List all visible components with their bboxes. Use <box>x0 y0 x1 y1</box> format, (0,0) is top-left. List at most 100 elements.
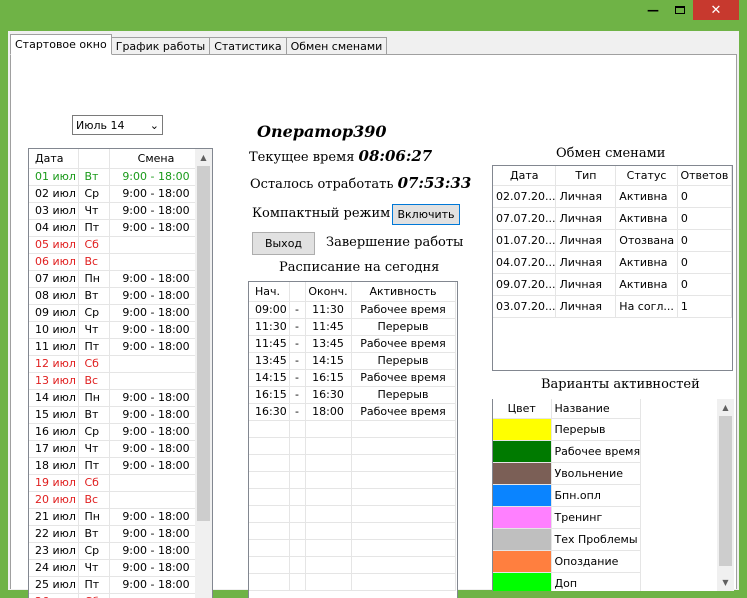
shift-table[interactable]: Дата Смена 01 июл Вт 9:00 - 18:00 02 июл Ср 9… <box>28 148 213 598</box>
shift-row[interactable]: 22 июл Вт 9:00 - 18:00 <box>29 525 204 543</box>
month-select[interactable]: Июль 14 ⌄ <box>72 115 163 135</box>
activity-name: Тех Проблемы <box>551 528 642 551</box>
shift-row[interactable]: 11 июл Пт 9:00 - 18:00 <box>29 338 204 356</box>
shift-row[interactable]: 18 июл Пт 9:00 - 18:00 <box>29 457 204 475</box>
activity-row[interactable]: Бпн.опл <box>493 484 642 507</box>
shift-row[interactable]: 26 июлСб <box>29 593 204 598</box>
scroll-down-icon[interactable]: ▼ <box>195 593 212 598</box>
shift-weekday: Чт <box>78 202 110 220</box>
shift-row[interactable]: 05 июл Сб <box>29 236 204 254</box>
shift-col-shift[interactable]: Смена <box>109 149 204 169</box>
shift-row[interactable]: 10 июл Чт 9:00 - 18:00 <box>29 321 204 339</box>
close-button[interactable]: ✕ <box>693 0 739 20</box>
shift-row[interactable]: 13 июл Вс <box>29 372 204 390</box>
shift-col-day[interactable] <box>78 149 110 169</box>
swap-type: Личная <box>555 295 617 318</box>
schedule-row[interactable]: 16:30-18:00 Рабочее время <box>249 403 456 421</box>
activity-row[interactable]: Доп <box>493 572 642 591</box>
schedule-end: 14:15 <box>305 352 352 370</box>
shift-row[interactable]: 16 июл Ср 9:00 - 18:00 <box>29 423 204 441</box>
swap-row[interactable]: 02.07.20... Личная Активна 0 <box>493 185 732 208</box>
act-col-color[interactable]: Цвет <box>493 399 552 419</box>
shift-row[interactable]: 09 июл Ср 9:00 - 18:00 <box>29 304 204 322</box>
schedule-empty-row <box>249 488 456 506</box>
scroll-up-icon[interactable]: ▲ <box>717 399 734 416</box>
tab-schedule[interactable]: График работы <box>110 37 211 55</box>
shift-hours: 9:00 - 18:00 <box>109 168 204 186</box>
shift-weekday: Пн <box>78 270 110 288</box>
shift-row[interactable]: 25 июл Пт 9:00 - 18:00 <box>29 576 204 594</box>
schedule-empty-cell <box>249 573 290 591</box>
shift-row[interactable]: 03 июл Чт 9:00 - 18:00 <box>29 202 204 220</box>
shift-row[interactable]: 21 июл Пн 9:00 - 18:00 <box>29 508 204 526</box>
swap-replies: 0 <box>677 207 732 230</box>
shift-row[interactable]: 17 июл Чт 9:00 - 18:00 <box>29 440 204 458</box>
tab-statistics[interactable]: Статистика <box>209 37 287 55</box>
shift-row[interactable]: 02 июл Ср 9:00 - 18:00 <box>29 185 204 203</box>
shift-row[interactable]: 07 июл Пн 9:00 - 18:00 <box>29 270 204 288</box>
sched-col-end[interactable]: Оконч. <box>305 282 352 302</box>
activity-row[interactable]: Опоздание <box>493 550 642 573</box>
sched-col-sep[interactable] <box>289 282 306 302</box>
shift-row[interactable]: 01 июл Вт 9:00 - 18:00 <box>29 168 204 186</box>
swap-col-status[interactable]: Статус <box>615 166 678 186</box>
schedule-activity: Рабочее время <box>351 369 456 387</box>
act-col-name[interactable]: Название <box>551 399 642 419</box>
shift-table-scrollbar[interactable]: ▲ ▼ <box>195 149 212 598</box>
shift-row[interactable]: 08 июл Вт 9:00 - 18:00 <box>29 287 204 305</box>
tab-start[interactable]: Стартовое окно <box>10 34 112 55</box>
swap-row[interactable]: 01.07.20... Личная Отозвана 0 <box>493 229 732 252</box>
activity-row[interactable]: Перерыв <box>493 418 642 441</box>
swap-replies: 0 <box>677 229 732 252</box>
activities-table[interactable]: Цвет Название Перерыв Рабочее время Увольн… <box>492 399 734 591</box>
scroll-down-icon[interactable]: ▼ <box>717 574 734 591</box>
window-controls: — ✕ <box>639 0 739 22</box>
schedule-table[interactable]: Нач. Оконч. Активность 09:00-11:30 Рабоче… <box>248 281 458 598</box>
swap-row[interactable]: 07.07.20... Личная Активна 0 <box>493 207 732 230</box>
activity-name: Бпн.опл <box>551 484 642 507</box>
swap-table[interactable]: Дата Тип Статус Ответов 02.07.20... Лична… <box>492 165 733 371</box>
swap-col-type[interactable]: Тип <box>555 166 617 186</box>
shift-date: 02 июл <box>29 185 79 203</box>
exit-button[interactable]: Выход <box>252 232 315 255</box>
scroll-up-icon[interactable]: ▲ <box>195 149 212 166</box>
shift-row[interactable]: 04 июл Пт 9:00 - 18:00 <box>29 219 204 237</box>
shift-row[interactable]: 23 июл Ср 9:00 - 18:00 <box>29 542 204 560</box>
shift-row[interactable]: 20 июл Вс <box>29 491 204 509</box>
sched-col-start[interactable]: Нач. <box>249 282 290 302</box>
swap-col-date[interactable]: Дата <box>493 166 557 186</box>
minimize-button[interactable]: — <box>639 0 667 20</box>
activity-row[interactable]: Увольнение <box>493 462 642 485</box>
scroll-thumb[interactable] <box>719 416 732 566</box>
shift-date: 26 июл <box>29 593 79 598</box>
activity-row[interactable]: Рабочее время <box>493 440 642 463</box>
activity-row[interactable]: Тренинг <box>493 506 642 529</box>
compact-mode-button[interactable]: Включить <box>392 204 460 225</box>
schedule-row[interactable]: 11:30-11:45 Перерыв <box>249 318 456 336</box>
sched-col-activity[interactable]: Активность <box>351 282 456 302</box>
schedule-row[interactable]: 16:15-16:30 Перерыв <box>249 386 456 404</box>
scroll-thumb[interactable] <box>197 166 210 521</box>
maximize-button[interactable] <box>667 0 693 20</box>
swap-col-replies[interactable]: Ответов <box>677 166 732 186</box>
shift-row[interactable]: 06 июл Вс <box>29 253 204 271</box>
swap-row[interactable]: 03.07.20... Личная На согл... 1 <box>493 295 732 318</box>
shift-row[interactable]: 24 июл Чт 9:00 - 18:00 <box>29 559 204 577</box>
tab-shift-swap[interactable]: Обмен сменами <box>285 37 388 55</box>
shift-row[interactable]: 14 июл Пн 9:00 - 18:00 <box>29 389 204 407</box>
shift-row[interactable]: 15 июл Вт 9:00 - 18:00 <box>29 406 204 424</box>
shift-col-date[interactable]: Дата <box>29 149 79 169</box>
schedule-row[interactable]: 11:45-13:45 Рабочее время <box>249 335 456 353</box>
schedule-empty-cell <box>249 420 290 438</box>
shift-row[interactable]: 12 июл Сб <box>29 355 204 373</box>
swap-row[interactable]: 09.07.20... Личная Активна 0 <box>493 273 732 296</box>
activities-scrollbar[interactable]: ▲ ▼ <box>717 399 734 591</box>
activity-row[interactable]: Тех Проблемы <box>493 528 642 551</box>
schedule-empty-cell <box>351 454 456 472</box>
swap-row[interactable]: 04.07.20... Личная Активна 0 <box>493 251 732 274</box>
schedule-row[interactable]: 09:00-11:30 Рабочее время <box>249 301 456 319</box>
shift-row[interactable]: 19 июл Сб <box>29 474 204 492</box>
schedule-row[interactable]: 13:45-14:15 Перерыв <box>249 352 456 370</box>
schedule-row[interactable]: 14:15-16:15 Рабочее время <box>249 369 456 387</box>
activity-name: Увольнение <box>551 462 642 485</box>
